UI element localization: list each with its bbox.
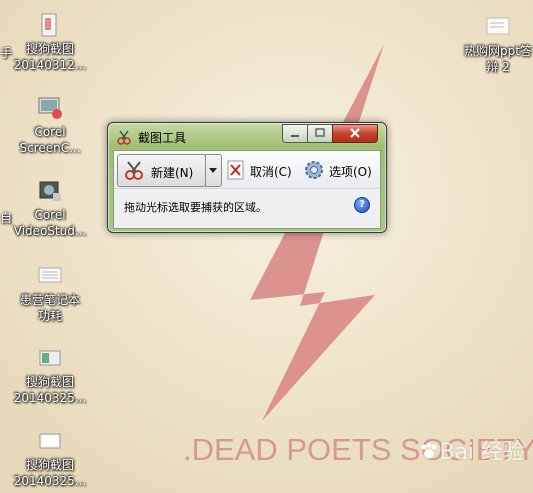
cancel-label: 取消(C) xyxy=(250,165,292,179)
instruction-text: 拖动光标选取要捕获的区域。 xyxy=(124,201,267,214)
client-area: 新建(N) 取消(C) 选项(O) 拖动光标选取要捕获的区域。 ? xyxy=(113,150,381,229)
corel-screencap-icon xyxy=(37,95,63,121)
snipping-tool-window: 截图工具 新建(N) 取消(C) 选项(O) 拖动光标选取要捕获的区域。 ? xyxy=(107,122,387,233)
close-button[interactable] xyxy=(332,124,378,143)
scissors-icon xyxy=(117,130,131,145)
chevron-down-icon xyxy=(209,168,217,173)
desktop-icon-sogou-3[interactable]: 搜狗截图 20140325... xyxy=(10,428,90,489)
title-bar[interactable]: 截图工具 xyxy=(108,123,386,149)
desktop-icon-ppt-reply[interactable]: 热购网ppt答 辩 2 xyxy=(458,14,533,75)
cancel-button[interactable]: 取消(C) xyxy=(225,154,299,185)
desktop-icon-corel-screencap[interactable]: Corel ScreenC... xyxy=(10,95,90,156)
minimize-icon xyxy=(291,135,299,137)
desktop-icon-corel-videostudio[interactable]: Corel VideoStud... xyxy=(10,178,90,239)
cancel-icon xyxy=(227,160,244,180)
document-icon xyxy=(485,14,511,40)
baidu-paw-icon xyxy=(421,442,437,459)
desktop-icon-notebook[interactable]: 患营笔记本 功耗 xyxy=(10,263,90,324)
minimize-button[interactable] xyxy=(282,124,308,143)
snip-mode-dropdown[interactable] xyxy=(205,154,222,187)
new-snip-icon xyxy=(125,161,143,180)
options-button[interactable]: 选项(O) xyxy=(302,154,378,185)
maximize-icon xyxy=(315,128,325,137)
wallpaper xyxy=(0,0,533,493)
toolbar: 新建(N) 取消(C) 选项(O) xyxy=(114,151,380,189)
options-label: 选项(O) xyxy=(329,165,372,179)
help-icon[interactable]: ? xyxy=(354,197,370,213)
image-file-icon xyxy=(37,428,63,454)
new-snip-label: 新建(N) xyxy=(151,166,194,180)
image-file-icon xyxy=(37,345,63,371)
desktop-icon-sogou-1[interactable]: 搜狗截图 20140312... xyxy=(10,12,90,73)
maximize-button[interactable] xyxy=(307,124,333,143)
corel-videostudio-icon xyxy=(37,178,63,204)
gear-icon xyxy=(305,161,323,179)
new-snip-button[interactable]: 新建(N) xyxy=(117,154,206,187)
window-title: 截图工具 xyxy=(138,131,187,145)
baidu-watermark: Bai 经验 xyxy=(439,440,525,465)
document-icon xyxy=(37,263,63,289)
close-icon xyxy=(350,128,360,138)
image-file-icon xyxy=(37,12,63,38)
desktop-icon-sogou-2[interactable]: 搜狗截图 20140325... xyxy=(10,345,90,406)
